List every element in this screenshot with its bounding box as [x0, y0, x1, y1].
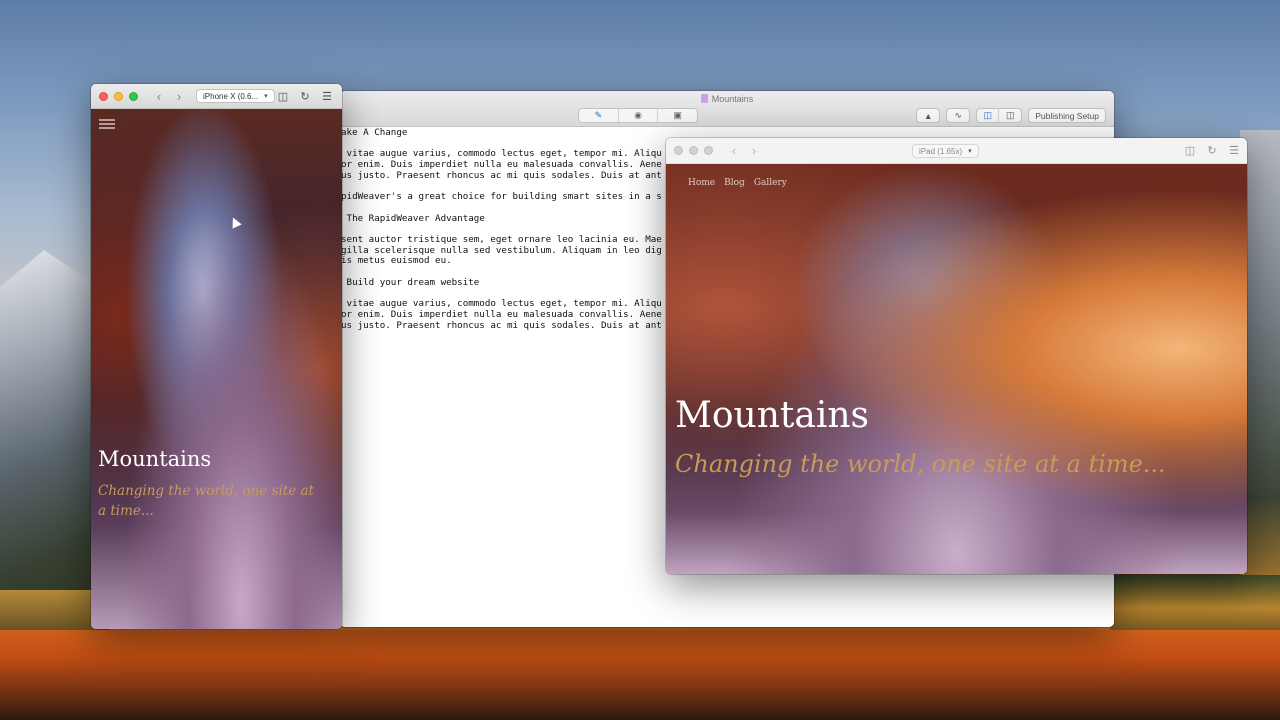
- export-icon: ▣: [673, 110, 682, 120]
- device-selector-label: iPad (1.65x): [919, 146, 963, 156]
- forward-icon[interactable]: ›: [747, 144, 761, 157]
- site-tagline: Changing the world, one site at a time..…: [98, 483, 314, 519]
- mouse-cursor-icon: [228, 215, 242, 229]
- editor-right-tools: ▲ ∿ ◫ ◫ Publishing Setup: [916, 108, 1106, 123]
- document-icon: [700, 94, 708, 103]
- editor-toolbar: ✎ ◉ ▣ ▲ ∿ ◫ ◫ Publishing Setup: [340, 107, 1114, 126]
- rotate-device-icon[interactable]: ◫: [276, 89, 290, 103]
- rotate-device-icon[interactable]: ◫: [1183, 144, 1197, 158]
- puzzle-icon: ▲: [923, 110, 933, 121]
- pencil-icon: ✎: [594, 110, 603, 120]
- ipad-titlebar: ‹ › iPad (1.65x) ▾ ◫ ↻ ☰: [666, 138, 1247, 164]
- minimize-button[interactable]: [114, 91, 123, 101]
- wallpaper-shore-right: [1110, 575, 1280, 630]
- caret-down-icon: ▾: [264, 93, 268, 100]
- iphone-site-preview: Mountains Changing the world, one site a…: [91, 109, 342, 629]
- reload-icon[interactable]: ↻: [1205, 144, 1219, 158]
- site-tagline: Changing the world, one site at a time..…: [675, 450, 1166, 478]
- site-title: Mountains: [98, 447, 212, 471]
- iphone-titlebar: ‹ › iPhone X (0.6... ▾ ◫ ↻ ☰: [91, 84, 342, 109]
- mode-segmented-control: ✎ ◉ ▣: [578, 108, 698, 123]
- reload-icon[interactable]: ↻: [298, 89, 312, 103]
- editor-titlebar: Mountains ✎ ◉ ▣ ▲ ∿ ◫ ◫ Publishing Setup: [340, 91, 1114, 127]
- menu-icon[interactable]: ☰: [1227, 144, 1241, 158]
- back-icon[interactable]: ‹: [727, 144, 741, 157]
- nav-link-home[interactable]: Home: [688, 178, 715, 188]
- ipad-preview-window: ‹ › iPad (1.65x) ▾ ◫ ↻ ☰ Home Blog Galle…: [666, 138, 1247, 574]
- activity-icon: ∿: [954, 110, 962, 120]
- addons-button[interactable]: ▲: [916, 108, 941, 123]
- device-selector[interactable]: iPhone X (0.6... ▾: [196, 89, 275, 103]
- site-nav: Home Blog Gallery: [688, 178, 787, 188]
- sidebar-right-icon[interactable]: ◫: [999, 109, 1021, 122]
- editor-title: Mountains: [340, 91, 1114, 107]
- nav-link-blog[interactable]: Blog: [724, 178, 745, 188]
- close-button[interactable]: [99, 91, 108, 101]
- editor-title-text: Mountains: [711, 94, 754, 104]
- publishing-setup-button[interactable]: Publishing Setup: [1028, 108, 1106, 123]
- window-controls-inactive: [674, 146, 713, 155]
- site-menu-icon[interactable]: [99, 119, 115, 129]
- eye-icon: ◉: [634, 110, 642, 120]
- layout-toggle: ◫ ◫: [976, 108, 1023, 123]
- close-button[interactable]: [674, 146, 683, 155]
- site-title: Mountains: [675, 395, 870, 436]
- iphone-preview-window: ‹ › iPhone X (0.6... ▾ ◫ ↻ ☰ Mountains C…: [91, 84, 342, 629]
- zoom-button[interactable]: [129, 91, 138, 101]
- device-selector[interactable]: iPad (1.65x) ▾: [912, 144, 979, 158]
- publish-mode-button[interactable]: ▣: [658, 109, 697, 122]
- wallpaper-lake: [0, 630, 1280, 720]
- preview-mode-button[interactable]: ◉: [619, 109, 659, 122]
- sidebar-left-icon[interactable]: ◫: [977, 109, 1000, 122]
- menu-icon[interactable]: ☰: [320, 89, 334, 103]
- edit-mode-button[interactable]: ✎: [579, 109, 619, 122]
- device-selector-label: iPhone X (0.6...: [203, 91, 259, 101]
- ipad-site-preview: Home Blog Gallery Mountains Changing the…: [666, 164, 1247, 574]
- nav-link-gallery[interactable]: Gallery: [754, 178, 787, 188]
- back-icon[interactable]: ‹: [152, 90, 166, 103]
- window-controls: [99, 91, 138, 101]
- forward-icon[interactable]: ›: [172, 90, 186, 103]
- caret-down-icon: ▾: [968, 148, 972, 155]
- activity-button[interactable]: ∿: [946, 108, 971, 123]
- zoom-button[interactable]: [704, 146, 713, 155]
- minimize-button[interactable]: [689, 146, 698, 155]
